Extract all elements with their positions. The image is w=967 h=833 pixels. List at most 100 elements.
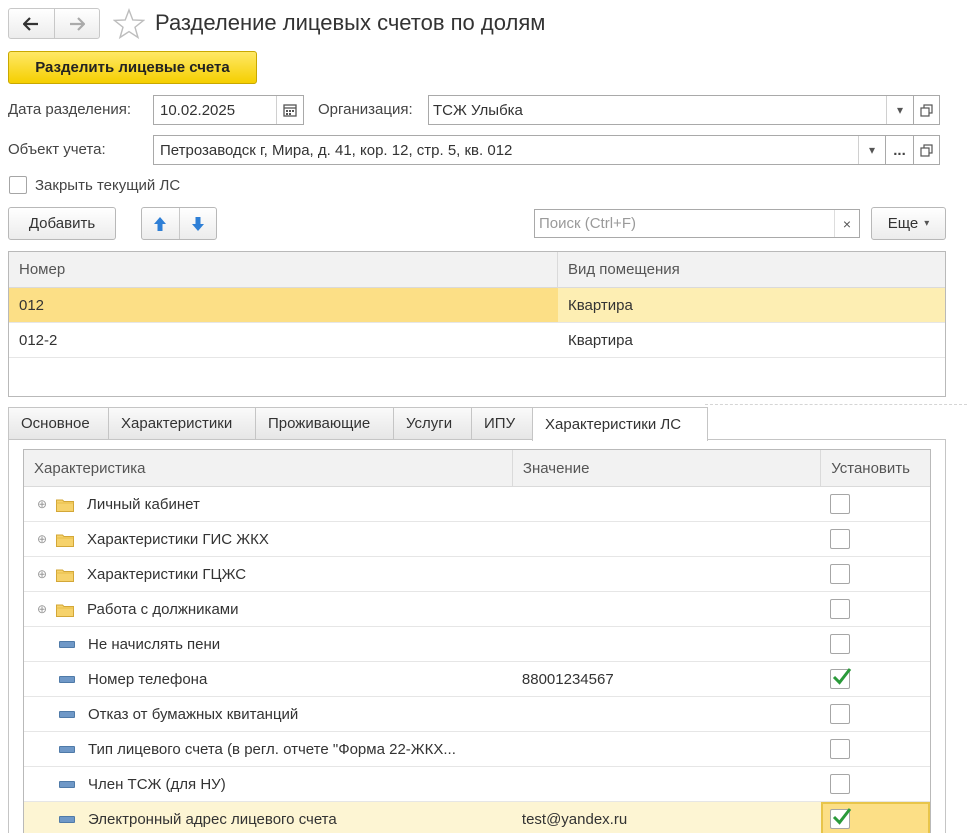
date-value: 10.02.2025	[160, 101, 236, 119]
table-row[interactable]: 012 Квартира	[9, 288, 945, 323]
tab-meters[interactable]: ИПУ	[471, 407, 533, 439]
split-accounts-button[interactable]: Разделить лицевые счета	[8, 51, 257, 84]
table-row[interactable]: Отказ от бумажных квитанций	[24, 697, 930, 732]
organization-dropdown-button[interactable]: ▾	[886, 96, 913, 124]
add-button[interactable]: Добавить	[8, 207, 116, 240]
set-checkbox[interactable]	[830, 668, 852, 689]
set-checkbox[interactable]	[830, 739, 851, 759]
calendar-button[interactable]	[276, 96, 303, 124]
characteristics-table-body: ⊕ Личный кабинет ⊕ Характеристики ГИС ЖКХ ⊕ Х…	[24, 487, 930, 833]
move-buttons	[141, 207, 217, 240]
expand-icon[interactable]: ⊕	[36, 602, 48, 616]
set-cell	[821, 767, 930, 801]
column-type-header[interactable]: Вид помещения	[558, 252, 680, 287]
search-placeholder: Поиск (Ctrl+F)	[539, 215, 636, 232]
dropdown-arrow-icon: ▾	[868, 143, 876, 157]
forward-button[interactable]	[53, 9, 100, 38]
search-input[interactable]: Поиск (Ctrl+F) ×	[534, 209, 860, 238]
table-row[interactable]: 012-2 Квартира	[9, 323, 945, 358]
characteristic-name: Характеристики ГИС ЖКХ	[87, 530, 269, 548]
set-checkbox[interactable]	[830, 494, 851, 514]
table-row[interactable]: Член ТСЖ (для НУ)	[24, 767, 930, 802]
characteristic-cell: ⊕ Работа с должниками	[24, 592, 513, 626]
characteristic-value[interactable]: 88001234567	[513, 662, 821, 696]
characteristic-value[interactable]	[513, 767, 821, 801]
characteristic-cell: Член ТСЖ (для НУ)	[24, 767, 513, 801]
table-row[interactable]: Тип лицевого счета (в регл. отчете "Форм…	[24, 732, 930, 767]
tab-characteristics[interactable]: Характеристики	[108, 407, 256, 439]
column-set-header[interactable]: Установить	[821, 450, 930, 486]
characteristic-name: Личный кабинет	[87, 495, 200, 513]
set-checkbox[interactable]	[830, 808, 852, 829]
characteristic-name: Тип лицевого счета (в регл. отчете "Форм…	[88, 740, 456, 758]
object-value: Петрозаводск г, Мира, д. 41, кор. 12, ст…	[160, 141, 513, 159]
characteristic-value[interactable]	[513, 627, 821, 661]
characteristic-name-wrap: ⊕ Работа с должниками	[24, 592, 513, 626]
object-dropdown-button[interactable]: ▾	[858, 136, 885, 164]
organization-open-button[interactable]	[913, 95, 940, 125]
organization-label: Организация:	[318, 101, 413, 118]
move-up-button[interactable]	[142, 208, 179, 239]
more-button[interactable]: Еще ▾	[871, 207, 946, 240]
characteristic-value[interactable]: test@yandex.ru	[513, 802, 821, 833]
characteristic-name-wrap: Отказ от бумажных квитанций	[24, 697, 513, 731]
characteristic-cell: ⊕ Характеристики ГИС ЖКХ	[24, 522, 513, 556]
tab-residents[interactable]: Проживающие	[255, 407, 394, 439]
table-row[interactable]: Электронный адрес лицевого счета test@yan…	[24, 802, 930, 833]
object-field[interactable]: Петрозаводск г, Мира, д. 41, кор. 12, ст…	[153, 135, 886, 165]
object-open-button[interactable]	[913, 135, 940, 165]
table-row[interactable]: ⊕ Характеристики ГЦЖС	[24, 557, 930, 592]
premises-type: Квартира	[568, 296, 633, 314]
table-row[interactable]: Номер телефона 88001234567	[24, 662, 930, 697]
set-checkbox[interactable]	[830, 774, 851, 794]
column-number-header[interactable]: Номер	[9, 252, 558, 287]
characteristic-name: Член ТСЖ (для НУ)	[88, 775, 226, 793]
set-checkbox[interactable]	[830, 599, 851, 619]
characteristic-name-wrap: ⊕ Характеристики ГИС ЖКХ	[24, 522, 513, 556]
tab-account-characteristics[interactable]: Характеристики ЛС	[532, 407, 708, 441]
characteristic-name-wrap: Не начислять пени	[24, 627, 513, 661]
column-value-header[interactable]: Значение	[513, 450, 822, 486]
characteristic-cell: Отказ от бумажных квитанций	[24, 697, 513, 731]
set-cell	[821, 627, 930, 661]
tab-services[interactable]: Услуги	[393, 407, 472, 439]
table-row[interactable]: ⊕ Личный кабинет	[24, 487, 930, 522]
organization-field[interactable]: ТСЖ Улыбка ▾	[428, 95, 914, 125]
characteristic-name: Номер телефона	[88, 670, 208, 688]
set-checkbox[interactable]	[830, 564, 851, 584]
tab-underline	[8, 439, 946, 440]
clear-search-button[interactable]: ×	[834, 210, 859, 237]
tab-main[interactable]: Основное	[8, 407, 109, 439]
set-checkbox[interactable]	[830, 529, 851, 549]
close-current-account-checkbox[interactable]	[9, 176, 27, 194]
date-field[interactable]: 10.02.2025	[153, 95, 304, 125]
column-characteristic-header[interactable]: Характеристика	[24, 450, 513, 486]
table-row[interactable]: ⊕ Характеристики ГИС ЖКХ	[24, 522, 930, 557]
expand-icon[interactable]: ⊕	[36, 497, 48, 511]
set-checkbox[interactable]	[830, 704, 851, 724]
tab-panel-right-border	[945, 439, 946, 833]
back-button[interactable]	[9, 9, 54, 38]
object-select-button[interactable]: ...	[885, 135, 914, 165]
chevron-down-icon: ▾	[924, 218, 930, 229]
set-checkbox[interactable]	[830, 634, 851, 654]
characteristic-value[interactable]	[513, 522, 821, 556]
table-row[interactable]: ⊕ Работа с должниками	[24, 592, 930, 627]
characteristic-value[interactable]	[513, 557, 821, 591]
characteristic-value[interactable]	[513, 732, 821, 766]
move-down-button[interactable]	[178, 208, 217, 239]
tab-bar: Основное Характеристики Проживающие Услу…	[8, 407, 708, 441]
accounts-table-header: Номер Вид помещения	[9, 252, 945, 288]
folder-icon	[56, 533, 74, 547]
characteristic-value[interactable]	[513, 592, 821, 626]
characteristic-value[interactable]	[513, 697, 821, 731]
characteristics-table: Характеристика Значение Установить ⊕ Личн…	[23, 449, 931, 833]
arrow-down-icon	[191, 216, 204, 231]
characteristics-table-header: Характеристика Значение Установить	[24, 450, 930, 487]
favorite-star-icon[interactable]	[112, 8, 146, 44]
property-icon	[59, 675, 75, 683]
expand-icon[interactable]: ⊕	[36, 567, 48, 581]
table-row[interactable]: Не начислять пени	[24, 627, 930, 662]
expand-icon[interactable]: ⊕	[36, 532, 48, 546]
characteristic-value[interactable]	[513, 487, 821, 521]
